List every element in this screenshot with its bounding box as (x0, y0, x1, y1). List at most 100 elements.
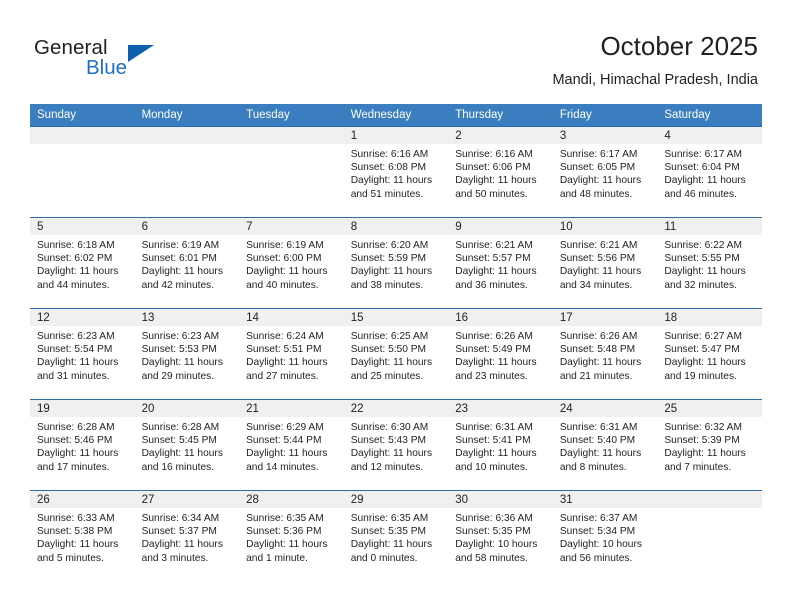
daylight-text-line2: and 56 minutes. (559, 552, 633, 564)
day-details: Sunrise: 6:16 AM Sunset: 6:06 PM Daylight:… (448, 144, 553, 201)
sunrise-text: Sunrise: 6:31 AM (455, 422, 533, 433)
sunrise-text: Sunrise: 6:26 AM (559, 331, 638, 342)
calendar-day-cell[interactable]: 24 Sunrise: 6:31 AM Sunset: 5:40 PM Dayligh… (552, 399, 658, 491)
day-cell-inner (657, 491, 762, 581)
sunset-text: Sunset: 5:54 PM (37, 344, 113, 356)
day-number: 22 (343, 400, 449, 417)
day-number: 26 (30, 491, 135, 508)
day-number (657, 491, 762, 508)
calendar-day-cell[interactable]: 22 Sunrise: 6:30 AM Sunset: 5:43 PM Dayligh… (343, 399, 449, 491)
day-details: Sunrise: 6:20 AM Sunset: 5:59 PM Daylight:… (344, 235, 449, 292)
daylight-text-line1: Daylight: 11 hours (559, 448, 642, 460)
calendar-day-cell[interactable]: 3 Sunrise: 6:17 AM Sunset: 6:05 PM Daylight… (552, 126, 658, 218)
daylight-text-line2: and 10 minutes. (455, 461, 528, 473)
calendar-day-cell[interactable]: 16 Sunrise: 6:26 AM Sunset: 5:49 PM Dayligh… (448, 308, 553, 400)
calendar-day-cell[interactable]: 27 Sunrise: 6:34 AM Sunset: 5:37 PM Dayligh… (134, 490, 240, 581)
sunset-text: Sunset: 5:55 PM (664, 253, 740, 265)
day-cell-inner: 15 Sunrise: 6:25 AM Sunset: 5:50 PM Dayligh… (343, 309, 449, 399)
day-cell-inner: 6 Sunrise: 6:19 AM Sunset: 6:01 PM Daylight… (134, 218, 240, 308)
sunrise-text: Sunrise: 6:34 AM (141, 513, 220, 524)
day-details: Sunrise: 6:23 AM Sunset: 5:53 PM Daylight:… (135, 326, 240, 383)
daylight-text-line1: Daylight: 11 hours (141, 448, 223, 460)
calendar-week-row: 12 Sunrise: 6:23 AM Sunset: 5:54 PM Dayligh… (30, 308, 762, 400)
daylight-text-line2: and 8 minutes. (559, 461, 627, 473)
sunrise-text: Sunrise: 6:35 AM (246, 513, 324, 524)
calendar-day-cell[interactable]: 7 Sunrise: 6:19 AM Sunset: 6:00 PM Daylight… (239, 217, 344, 309)
daylight-text-line1: Daylight: 11 hours (664, 448, 746, 460)
calendar-week-row: 19 Sunrise: 6:28 AM Sunset: 5:46 PM Dayligh… (30, 399, 762, 491)
daylight-text-line1: Daylight: 10 hours (455, 539, 538, 551)
sunset-text: Sunset: 5:35 PM (350, 526, 427, 538)
day-details: Sunrise: 6:24 AM Sunset: 5:51 PM Daylight:… (239, 326, 344, 383)
daylight-text-line1: Daylight: 11 hours (664, 175, 746, 187)
day-cell-inner: 19 Sunrise: 6:28 AM Sunset: 5:46 PM Dayligh… (30, 400, 135, 490)
calendar-day-cell[interactable]: 5 Sunrise: 6:18 AM Sunset: 6:02 PM Daylight… (30, 217, 135, 309)
daylight-text-line2: and 3 minutes. (141, 552, 209, 564)
daylight-text-line1: Daylight: 11 hours (455, 448, 537, 460)
weekday-header-wednesday: Wednesday (343, 104, 449, 127)
daylight-text-line1: Daylight: 11 hours (559, 357, 642, 369)
day-details: Sunrise: 6:16 AM Sunset: 6:08 PM Daylight:… (344, 144, 449, 201)
day-number: 28 (239, 491, 344, 508)
weekday-header-row: Sunday Monday Tuesday Wednesday Thursday… (30, 104, 762, 127)
day-number: 4 (657, 127, 762, 144)
calendar-day-cell[interactable]: 4 Sunrise: 6:17 AM Sunset: 6:04 PM Daylight… (657, 126, 762, 218)
calendar-day-cell[interactable]: 2 Sunrise: 6:16 AM Sunset: 6:06 PM Daylight… (448, 126, 553, 218)
calendar-day-cell[interactable]: 26 Sunrise: 6:33 AM Sunset: 5:38 PM Dayligh… (30, 490, 135, 581)
calendar-day-cell[interactable]: 15 Sunrise: 6:25 AM Sunset: 5:50 PM Dayligh… (343, 308, 449, 400)
calendar-day-cell[interactable]: 31 Sunrise: 6:37 AM Sunset: 5:34 PM Dayligh… (552, 490, 658, 581)
daylight-text-line1: Daylight: 11 hours (246, 539, 328, 551)
calendar-day-cell[interactable]: 11 Sunrise: 6:22 AM Sunset: 5:55 PM Dayligh… (657, 217, 762, 309)
sunset-text: Sunset: 5:53 PM (141, 344, 217, 356)
calendar-day-cell[interactable]: 1 Sunrise: 6:16 AM Sunset: 6:08 PM Daylight… (343, 126, 449, 218)
day-cell-inner: 30 Sunrise: 6:36 AM Sunset: 5:35 PM Dayligh… (448, 491, 553, 581)
calendar-day-cell-empty (30, 126, 135, 218)
day-number: 16 (448, 309, 553, 326)
calendar-day-cell[interactable]: 10 Sunrise: 6:21 AM Sunset: 5:56 PM Dayligh… (552, 217, 658, 309)
day-cell-inner: 29 Sunrise: 6:35 AM Sunset: 5:35 PM Dayligh… (343, 491, 449, 581)
daylight-text-line2: and 12 minutes. (350, 461, 424, 473)
calendar-day-cell[interactable]: 9 Sunrise: 6:21 AM Sunset: 5:57 PM Daylight… (448, 217, 553, 309)
daylight-text-line2: and 23 minutes. (455, 370, 528, 382)
daylight-text-line2: and 50 minutes. (455, 188, 528, 200)
logo-text-blue: Blue (86, 56, 128, 79)
day-cell-inner: 24 Sunrise: 6:31 AM Sunset: 5:40 PM Dayligh… (552, 400, 658, 490)
calendar-day-cell[interactable]: 25 Sunrise: 6:32 AM Sunset: 5:39 PM Dayligh… (657, 399, 762, 491)
sunset-text: Sunset: 6:02 PM (37, 253, 113, 265)
sunrise-text: Sunrise: 6:17 AM (559, 149, 638, 160)
daylight-text-line1: Daylight: 11 hours (455, 266, 537, 278)
day-details: Sunrise: 6:35 AM Sunset: 5:35 PM Daylight:… (344, 508, 449, 565)
sunrise-text: Sunrise: 6:36 AM (455, 513, 533, 524)
calendar-day-cell[interactable]: 6 Sunrise: 6:19 AM Sunset: 6:01 PM Daylight… (134, 217, 240, 309)
day-details: Sunrise: 6:31 AM Sunset: 5:41 PM Daylight:… (448, 417, 553, 474)
sunset-text: Sunset: 5:46 PM (37, 435, 113, 447)
calendar-day-cell[interactable]: 20 Sunrise: 6:28 AM Sunset: 5:45 PM Dayligh… (134, 399, 240, 491)
sunset-text: Sunset: 5:35 PM (455, 526, 531, 538)
day-cell-inner: 14 Sunrise: 6:24 AM Sunset: 5:51 PM Dayligh… (239, 309, 344, 399)
calendar-day-cell[interactable]: 14 Sunrise: 6:24 AM Sunset: 5:51 PM Dayligh… (239, 308, 344, 400)
calendar-day-cell[interactable]: 28 Sunrise: 6:35 AM Sunset: 5:36 PM Dayligh… (239, 490, 344, 581)
day-number: 5 (30, 218, 135, 235)
day-details: Sunrise: 6:21 AM Sunset: 5:56 PM Daylight:… (553, 235, 658, 292)
sunset-text: Sunset: 5:38 PM (37, 526, 113, 538)
day-cell-inner: 23 Sunrise: 6:31 AM Sunset: 5:41 PM Dayligh… (448, 400, 553, 490)
sunrise-text: Sunrise: 6:23 AM (37, 331, 115, 342)
daylight-text-line2: and 27 minutes. (246, 370, 319, 382)
calendar-day-cell[interactable]: 19 Sunrise: 6:28 AM Sunset: 5:46 PM Dayligh… (30, 399, 135, 491)
calendar-day-cell[interactable]: 29 Sunrise: 6:35 AM Sunset: 5:35 PM Dayligh… (343, 490, 449, 581)
calendar-day-cell[interactable]: 21 Sunrise: 6:29 AM Sunset: 5:44 PM Dayligh… (239, 399, 344, 491)
day-details: Sunrise: 6:23 AM Sunset: 5:54 PM Daylight:… (30, 326, 135, 383)
calendar-day-cell[interactable]: 12 Sunrise: 6:23 AM Sunset: 5:54 PM Dayligh… (30, 308, 135, 400)
calendar-day-cell[interactable]: 17 Sunrise: 6:26 AM Sunset: 5:48 PM Dayligh… (552, 308, 658, 400)
calendar-day-cell[interactable]: 18 Sunrise: 6:27 AM Sunset: 5:47 PM Dayligh… (657, 308, 762, 400)
calendar-day-cell[interactable]: 13 Sunrise: 6:23 AM Sunset: 5:53 PM Dayligh… (134, 308, 240, 400)
daylight-text-line2: and 51 minutes. (350, 188, 424, 200)
day-number (134, 127, 240, 144)
day-details: Sunrise: 6:33 AM Sunset: 5:38 PM Daylight:… (30, 508, 135, 565)
sunrise-text: Sunrise: 6:16 AM (350, 149, 429, 160)
calendar-day-cell[interactable]: 30 Sunrise: 6:36 AM Sunset: 5:35 PM Dayligh… (448, 490, 553, 581)
page-title: October 2025 (600, 31, 758, 61)
calendar-day-cell[interactable]: 8 Sunrise: 6:20 AM Sunset: 5:59 PM Daylight… (343, 217, 449, 309)
calendar-day-cell[interactable]: 23 Sunrise: 6:31 AM Sunset: 5:41 PM Dayligh… (448, 399, 553, 491)
day-cell-inner: 25 Sunrise: 6:32 AM Sunset: 5:39 PM Dayligh… (657, 400, 762, 490)
